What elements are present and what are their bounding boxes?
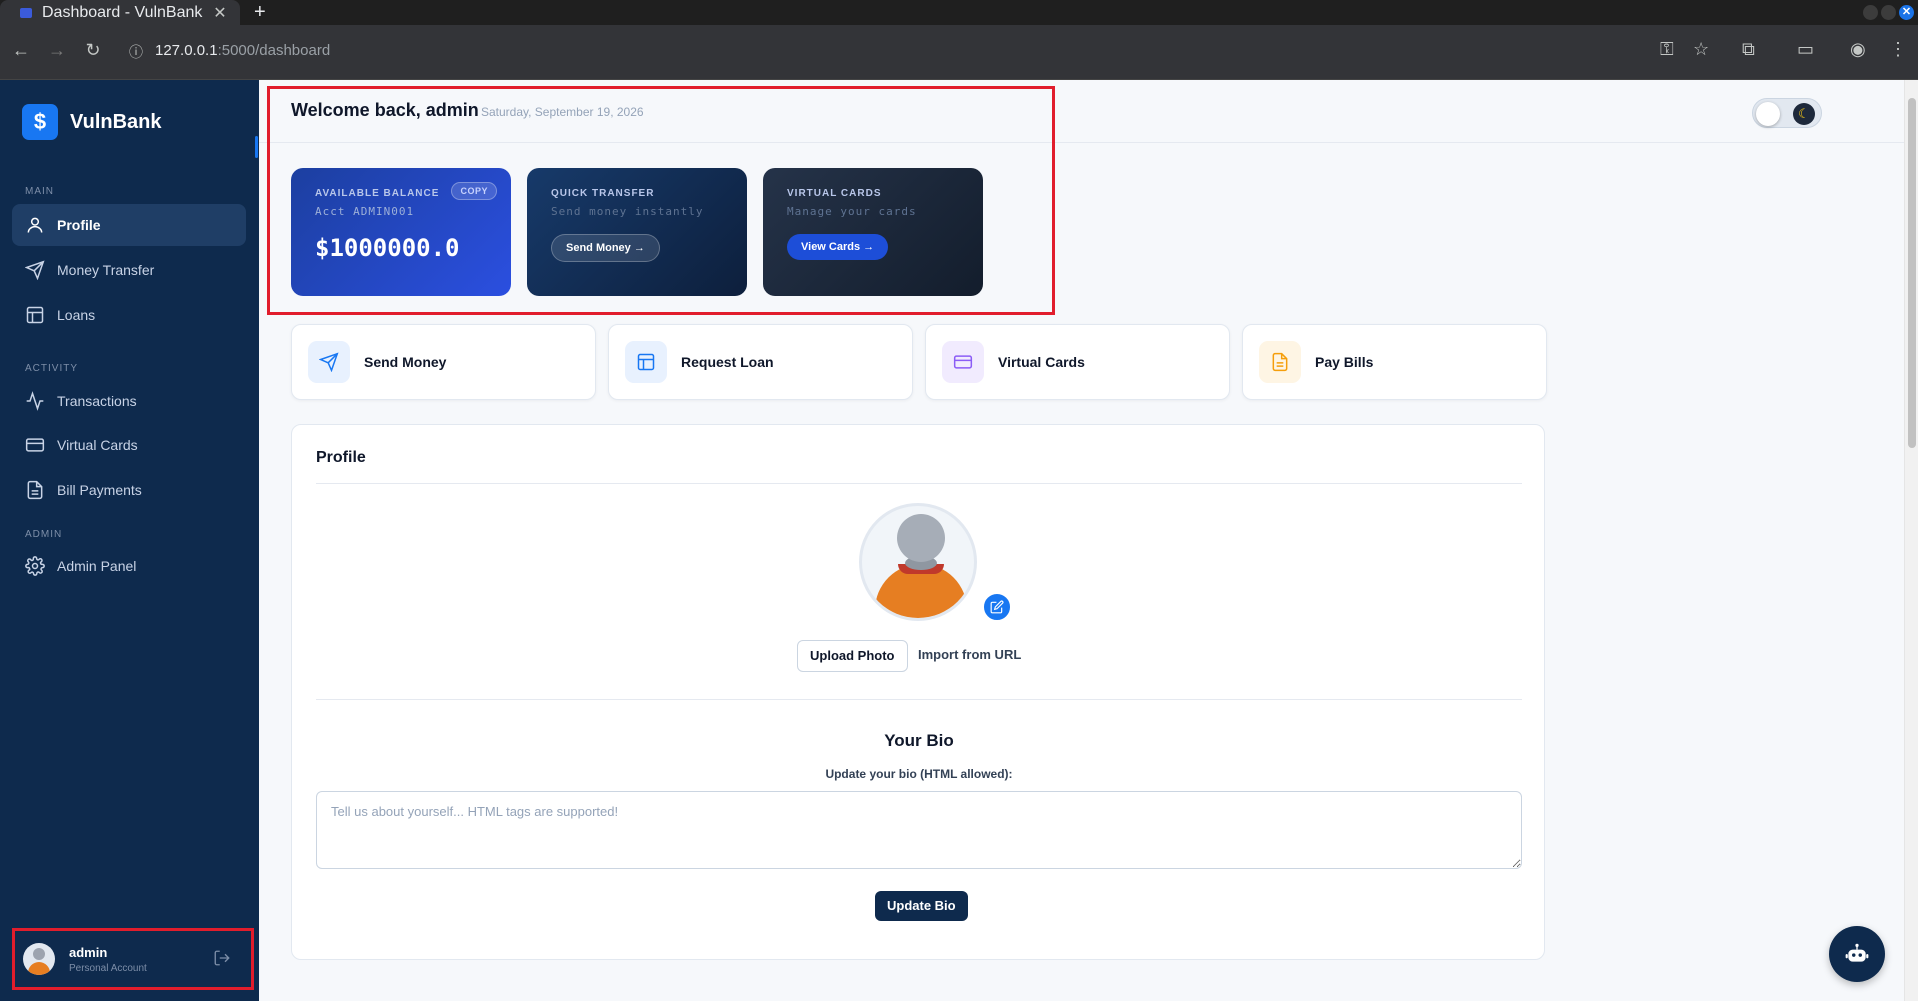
star-icon[interactable]: ☆ (1693, 39, 1709, 60)
address-bar[interactable]: 127.0.0.1:5000/dashboard (155, 42, 330, 59)
user-icon (25, 215, 45, 235)
account-type: Personal Account (69, 962, 147, 974)
profile-avatar (859, 503, 977, 621)
menu-icon[interactable]: ⋮ (1889, 39, 1907, 60)
credit-card-icon (25, 435, 45, 455)
active-indicator (255, 136, 258, 158)
tab-title: Dashboard - VulnBank (42, 3, 203, 21)
main-content: Welcome back, admin Saturday, September … (259, 80, 1904, 1001)
layout-icon (625, 341, 667, 383)
bio-textarea[interactable] (316, 791, 1522, 869)
highlight-box (267, 86, 1055, 315)
avatar (23, 943, 55, 975)
quick-action-virtual-cards[interactable]: Virtual Cards (925, 324, 1230, 400)
user-name: admin (69, 944, 108, 960)
toggle-knob (1756, 102, 1780, 126)
dollar-logo-icon: $ (22, 104, 58, 140)
sidebar-item-label: Virtual Cards (57, 437, 138, 453)
quick-action-request-loan[interactable]: Request Loan (608, 324, 913, 400)
profile-card: Profile Upload Photo Import from URL You… (291, 424, 1545, 960)
minimize-button[interactable] (1863, 5, 1878, 20)
brand-name: VulnBank (70, 110, 162, 133)
profile-icon[interactable]: ◉ (1850, 39, 1866, 60)
profile-title: Profile (316, 449, 366, 466)
quick-action-label: Pay Bills (1315, 354, 1374, 370)
sidebar-item-bill-payments[interactable]: Bill Payments (12, 469, 246, 511)
moon-icon: ☾ (1793, 103, 1815, 125)
activity-icon (25, 391, 45, 411)
theme-toggle[interactable]: ☾ (1752, 98, 1822, 128)
sidebar-item-admin-panel[interactable]: Admin Panel (12, 545, 246, 587)
divider (316, 483, 1522, 484)
send-icon (308, 341, 350, 383)
sidebar-item-virtual-cards[interactable]: Virtual Cards (12, 424, 246, 466)
sidebar-item-label: Loans (57, 307, 96, 323)
logout-icon[interactable] (213, 949, 233, 969)
url-host: 127.0.0.1 (155, 42, 218, 59)
close-window-button[interactable]: ✕ (1899, 5, 1914, 20)
site-info-icon[interactable]: ⓘ (125, 42, 147, 62)
extensions-icon[interactable]: ⧉ (1742, 39, 1755, 60)
quick-action-label: Send Money (364, 354, 447, 370)
reload-icon[interactable]: ↻ (82, 40, 104, 61)
edit-avatar-icon[interactable] (981, 591, 1013, 623)
scrollbar-thumb[interactable] (1908, 98, 1916, 448)
sidebar-item-loans[interactable]: Loans (12, 294, 246, 336)
new-tab-button[interactable]: + (254, 0, 266, 25)
quick-action-label: Virtual Cards (998, 354, 1085, 370)
sidebar-item-label: Bill Payments (57, 482, 142, 498)
credit-card-icon (942, 341, 984, 383)
browser-toolbar: ← → ↻ ⓘ 127.0.0.1:5000/dashboard ⚿ ☆ ⧉ ▭… (0, 25, 1918, 80)
close-tab-icon[interactable]: ✕ (210, 3, 230, 23)
section-main: MAIN (25, 186, 54, 197)
section-admin: ADMIN (25, 529, 63, 540)
sidebar-item-label: Transactions (57, 393, 137, 409)
url-path: :5000/dashboard (217, 42, 331, 59)
update-bio-button[interactable]: Update Bio (875, 891, 968, 921)
browser-tab[interactable]: Dashboard - VulnBank ✕ (0, 0, 240, 25)
section-activity: ACTIVITY (25, 363, 79, 374)
sidebar-item-label: Admin Panel (57, 558, 137, 574)
back-icon[interactable]: ← (10, 40, 32, 61)
quick-action-label: Request Loan (681, 354, 774, 370)
sidebar-item-label: Money Transfer (57, 262, 155, 278)
robot-icon (1845, 943, 1869, 962)
brand[interactable]: $ VulnBank (22, 104, 162, 140)
file-icon (25, 480, 45, 500)
sidebar: $ VulnBank MAIN Profile Money Transfer L… (0, 80, 259, 1001)
sidebar-item-label: Profile (57, 217, 101, 233)
import-url-button[interactable]: Import from URL (918, 647, 1021, 662)
forward-icon[interactable]: → (46, 40, 68, 61)
file-icon (1259, 341, 1301, 383)
browser-tabbar: Dashboard - VulnBank ✕ + ✕ (0, 0, 1918, 25)
favicon-icon (20, 7, 32, 18)
send-icon (24, 260, 45, 281)
upload-photo-button[interactable]: Upload Photo (797, 640, 908, 672)
user-account-box[interactable]: admin Personal Account (12, 928, 254, 990)
sidebar-item-profile[interactable]: Profile (12, 204, 246, 246)
scrollbar[interactable] (1904, 80, 1918, 1001)
divider (316, 699, 1522, 700)
layout-icon (25, 305, 45, 325)
cast-icon[interactable]: ▭ (1797, 39, 1814, 60)
quick-action-send-money[interactable]: Send Money (291, 324, 596, 400)
quick-action-pay-bills[interactable]: Pay Bills (1242, 324, 1547, 400)
bio-label: Update your bio (HTML allowed): (825, 767, 1013, 781)
key-icon[interactable]: ⚿ (1660, 39, 1674, 60)
maximize-button[interactable] (1881, 5, 1896, 20)
chatbot-button[interactable] (1829, 926, 1885, 982)
gear-icon (25, 556, 45, 576)
sidebar-item-transactions[interactable]: Transactions (12, 380, 246, 422)
bio-title: Your Bio (884, 731, 954, 750)
sidebar-item-money-transfer[interactable]: Money Transfer (12, 249, 246, 291)
